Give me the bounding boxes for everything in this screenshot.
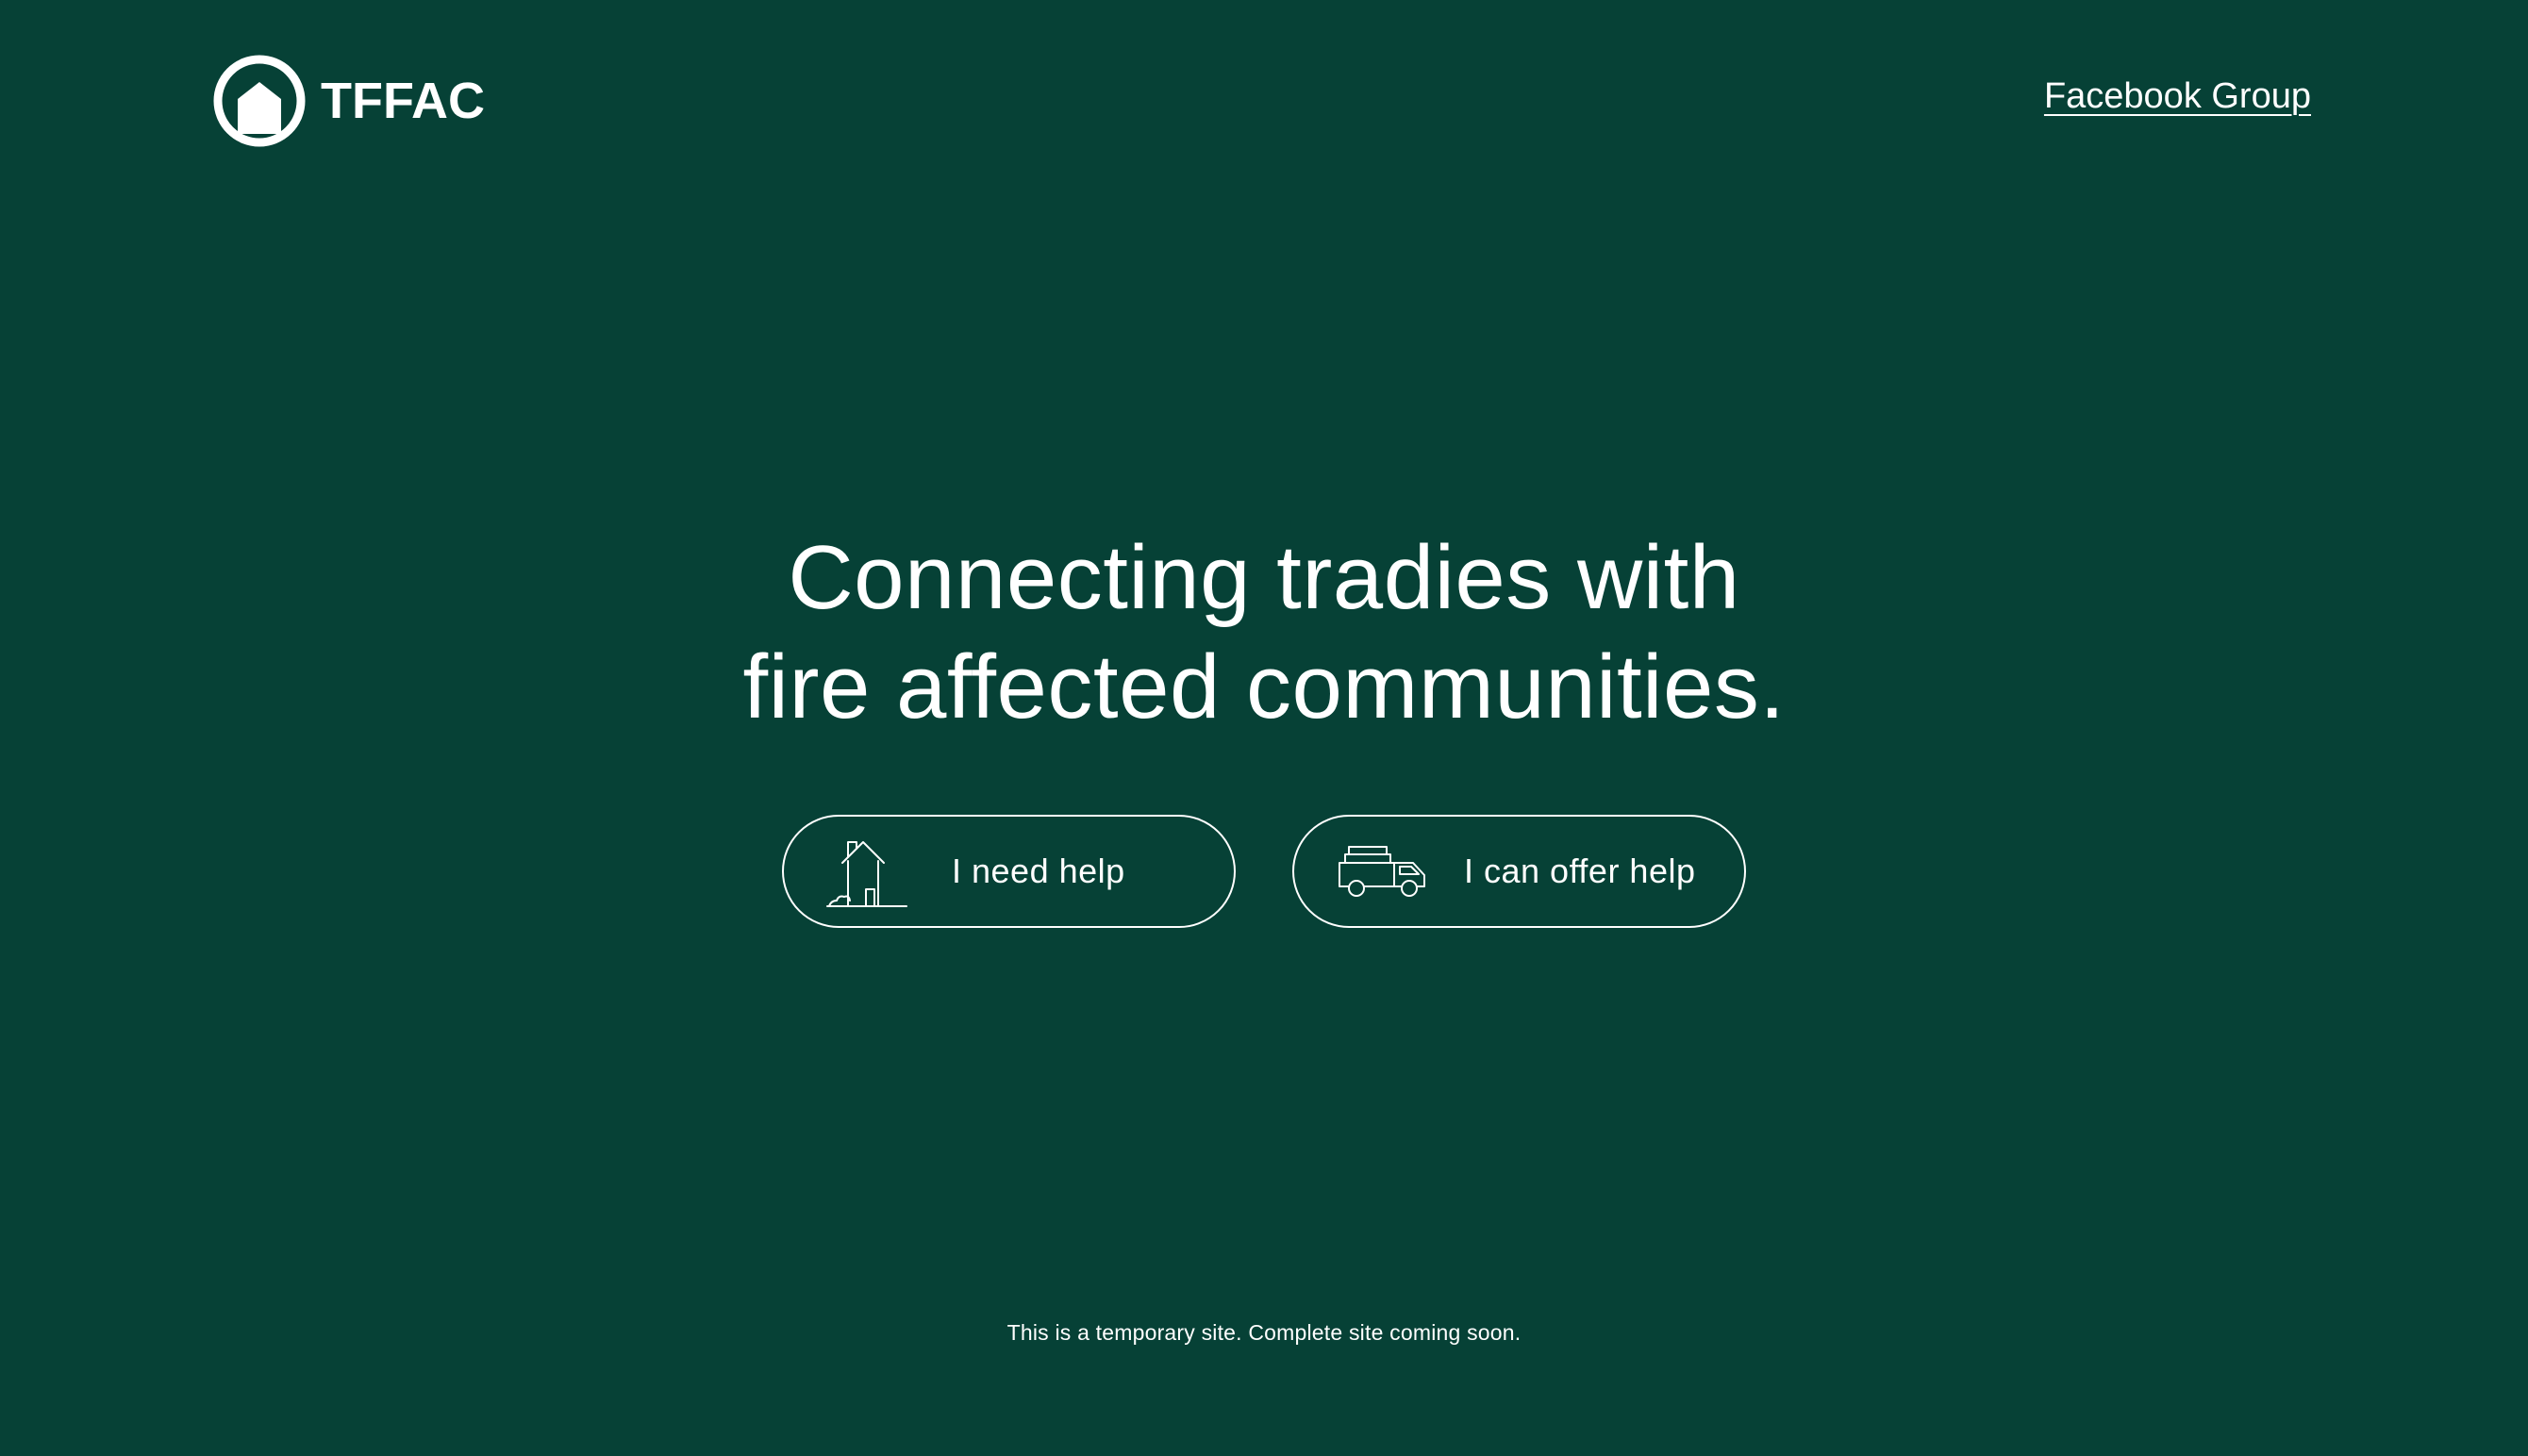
offer-help-button[interactable]: I can offer help <box>1292 815 1746 928</box>
hero-title-line-2: fire affected communities. <box>742 637 1786 737</box>
action-buttons: I need help I can offer help <box>0 815 2528 928</box>
truck-icon <box>1339 846 1425 897</box>
house-in-circle-icon <box>213 55 306 147</box>
temporary-site-note: This is a temporary site. Complete site … <box>1006 1320 1522 1345</box>
need-help-button[interactable]: I need help <box>782 815 1236 928</box>
offer-help-label: I can offer help <box>1464 852 1696 890</box>
logo-text: TFFAC <box>321 73 485 129</box>
need-help-label: I need help <box>952 852 1125 890</box>
hero-title: Connecting tradies with fire affected co… <box>0 523 2528 742</box>
logo-home-link[interactable]: TFFAC <box>213 55 485 147</box>
hero-title-line-1: Connecting tradies with <box>788 527 1740 628</box>
page: TFFAC Facebook Group Connecting tradies … <box>0 0 2528 1456</box>
facebook-group-link[interactable]: Facebook Group <box>2044 76 2311 117</box>
house-icon <box>826 841 907 907</box>
